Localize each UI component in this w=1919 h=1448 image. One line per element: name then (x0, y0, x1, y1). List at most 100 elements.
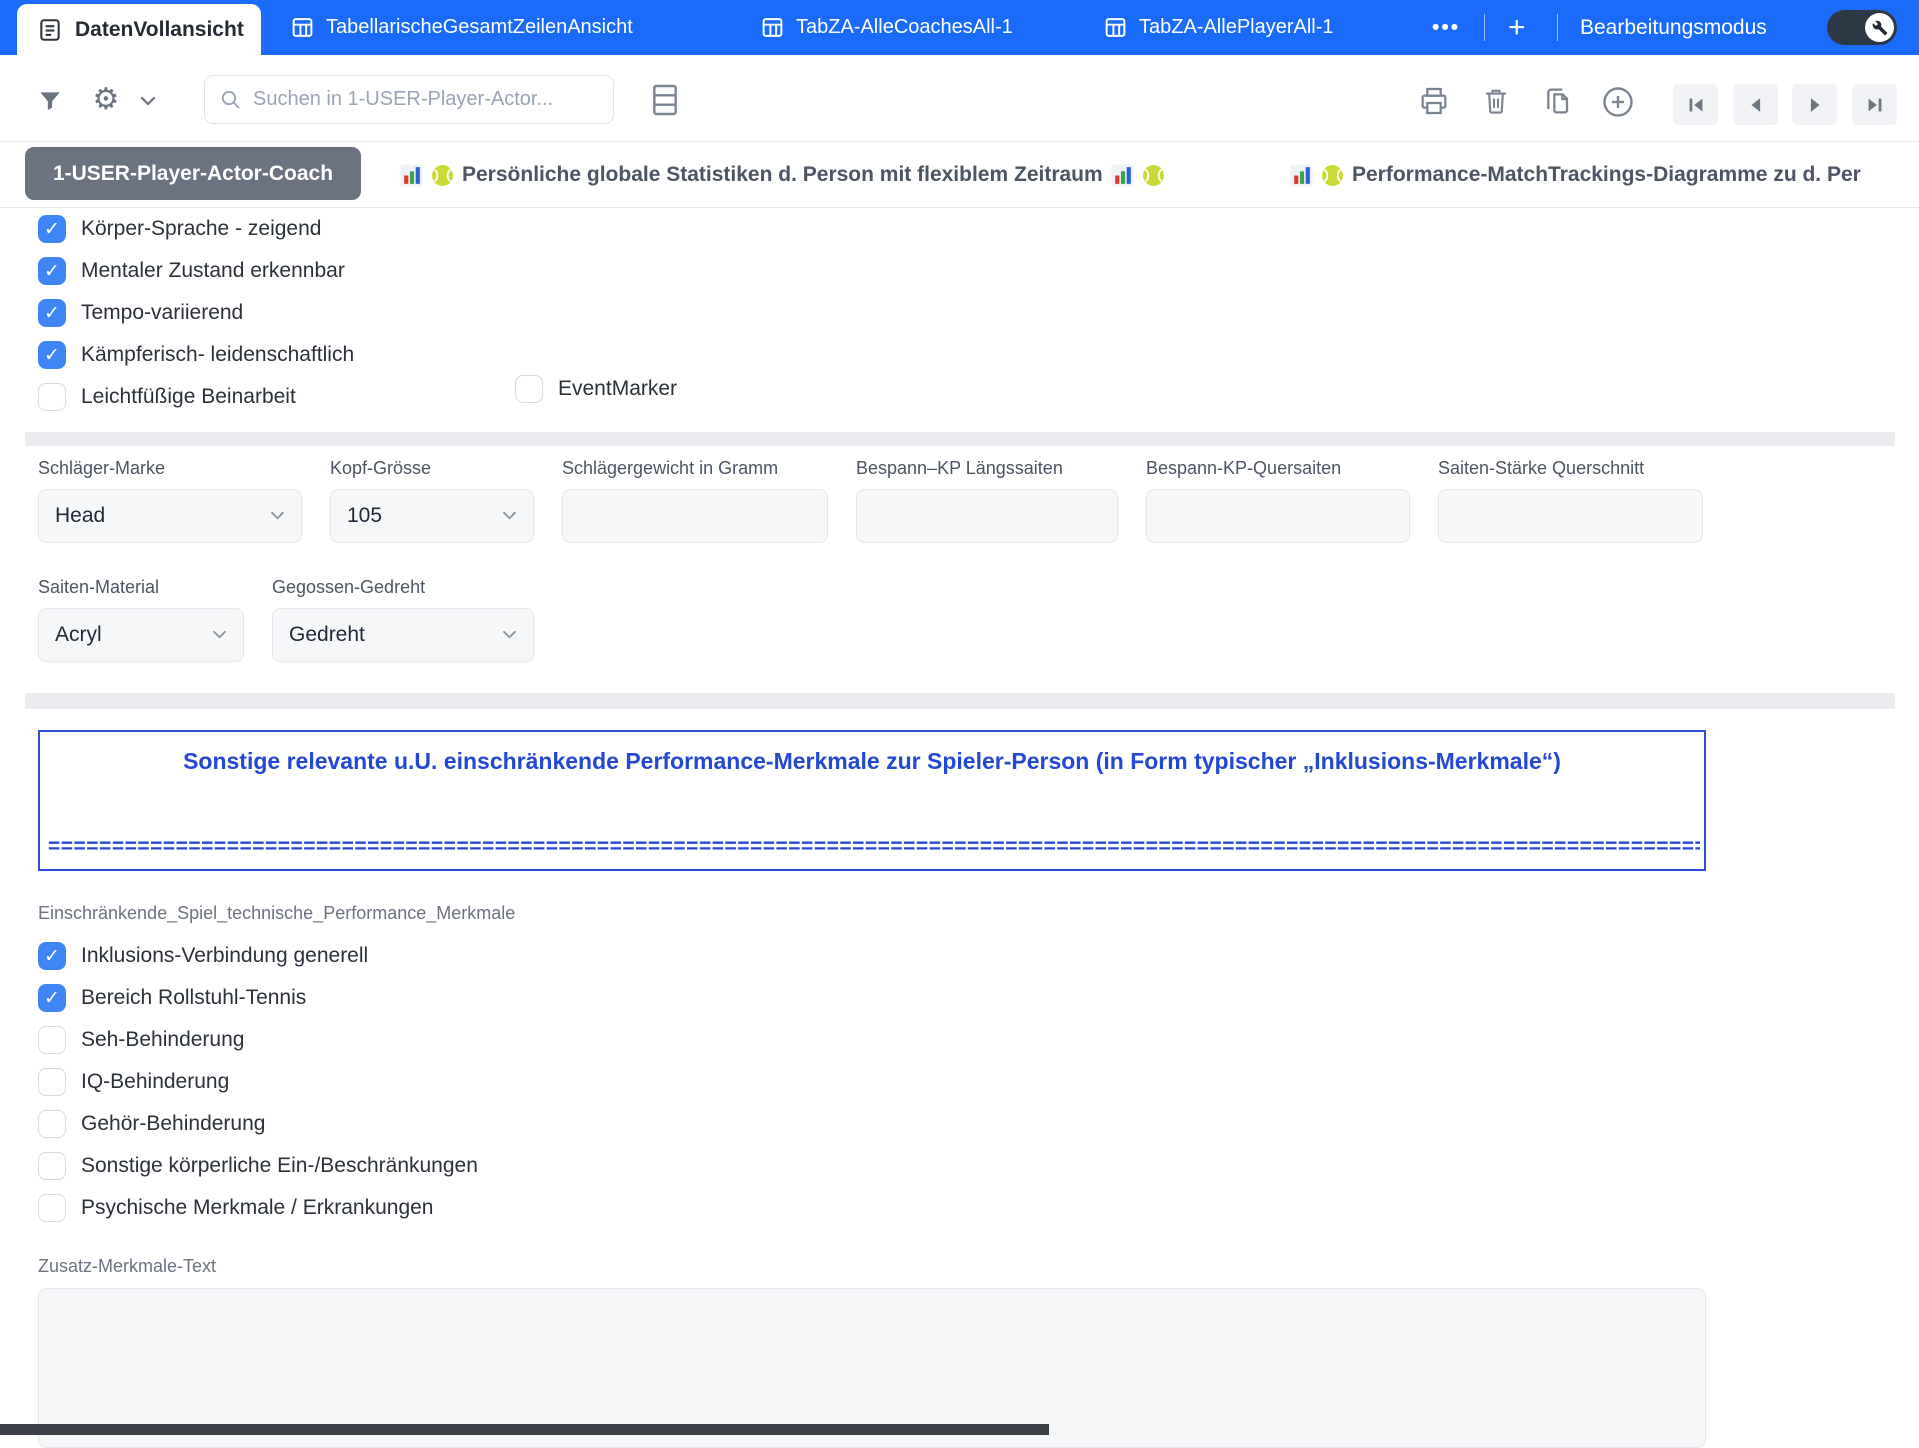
last-record-button[interactable] (1852, 84, 1897, 125)
field-gegossen-gedreht: Gegossen-Gedreht Gedreht (272, 577, 534, 662)
rows-icon (653, 84, 677, 116)
check-row-eventmarker: EventMarker (515, 368, 677, 410)
select-value: Head (55, 504, 106, 527)
checkbox-label: Tempo-variierend (81, 301, 244, 324)
saiten-material-select[interactable]: Acryl (38, 608, 244, 662)
tab-tabellarische-gesamtzeilenansicht[interactable]: TabellarischeGesamtZeilenAnsicht (290, 0, 633, 55)
checkbox[interactable] (38, 984, 66, 1012)
form-view-icon (40, 18, 60, 41)
next-record-icon (1810, 97, 1820, 112)
view-link-diagramme[interactable]: Performance-MatchTrackings-Diagramme zu … (1290, 142, 1861, 208)
checkbox[interactable] (38, 942, 66, 970)
field-saiten-material: Saiten-Material Acryl (38, 577, 244, 662)
checkbox[interactable] (38, 257, 66, 285)
tab-label: TabZA-AlleCoachesAll-1 (796, 16, 1013, 38)
bespann-kp-laengssaiten-input[interactable] (873, 504, 1101, 528)
more-tabs-button[interactable]: ••• (1432, 0, 1460, 55)
check-row-leichtfuessige: Leichtfüßige Beinarbeit (38, 376, 296, 418)
check-row-rollstuhl-tennis: Bereich Rollstuhl-Tennis (38, 977, 306, 1019)
schlaegergewicht-input-wrap (562, 489, 828, 543)
filter-icon (40, 92, 60, 111)
bespann-kp-quersaiten-input[interactable] (1163, 504, 1393, 528)
checkbox[interactable] (38, 1068, 66, 1096)
zusatz-merkmale-label: Zusatz-Merkmale-Text (38, 1256, 217, 1276)
checkbox[interactable] (38, 1194, 66, 1222)
field-schlaegergewicht: Schlägergewicht in Gramm (562, 458, 828, 543)
tab-label: DatenVollansicht (75, 17, 244, 41)
toolbar: ⚙ (0, 55, 1919, 141)
next-record-button[interactable] (1792, 84, 1837, 125)
schlaeger-marke-select[interactable]: Head (38, 489, 302, 543)
kopf-groesse-select[interactable]: 105 (330, 489, 534, 543)
delete-button[interactable] (1478, 83, 1514, 119)
add-row-button[interactable] (1598, 82, 1638, 122)
plus-circle-icon (1603, 87, 1633, 117)
table-icon (292, 18, 313, 37)
string-fields-row: Saiten-Material Acryl Gegossen-Gedreht G… (38, 577, 534, 662)
section-divider (25, 693, 1895, 709)
copy-icon (1547, 88, 1569, 114)
select-value: Acryl (55, 623, 102, 646)
more-tabs-label: ••• (1432, 15, 1461, 39)
checkbox[interactable] (38, 1110, 66, 1138)
check-row-inklusions-verbindung: Inklusions-Verbindung generell (38, 935, 368, 977)
check-row-sonstige-koerperliche: Sonstige körperliche Ein-/Beschränkungen (38, 1145, 478, 1187)
select-value: 105 (347, 504, 383, 527)
bottom-bar (0, 1424, 1049, 1435)
checkbox[interactable] (38, 1026, 66, 1054)
edit-mode-label: Bearbeitungsmodus (1580, 15, 1767, 39)
schlaegergewicht-input[interactable] (579, 504, 811, 528)
checkbox[interactable] (38, 341, 66, 369)
print-button[interactable] (1415, 83, 1453, 119)
checkbox-label: Sonstige körperliche Ein-/Beschränkungen (81, 1154, 478, 1177)
first-record-button[interactable] (1673, 84, 1718, 125)
duplicate-button[interactable] (1538, 83, 1576, 119)
chevron-down-icon (271, 511, 284, 520)
previous-record-button[interactable] (1733, 84, 1778, 125)
printer-icon (1421, 87, 1447, 115)
search-box (204, 75, 614, 124)
tab-tabza-allecoachesall-1[interactable]: TabZA-AlleCoachesAll-1 (760, 0, 1013, 55)
settings-dropdown-button[interactable] (138, 92, 158, 110)
row-layout-button[interactable] (645, 80, 685, 120)
check-row-seh-behinderung: Seh-Behinderung (38, 1019, 244, 1061)
checkbox[interactable] (38, 383, 66, 411)
gegossen-gedreht-select[interactable]: Gedreht (272, 608, 534, 662)
field-label: Bespann-KP-Quersaiten (1146, 458, 1342, 478)
checkbox-label: Leichtfüßige Beinarbeit (81, 385, 296, 408)
check-row-koerper-sprache: Körper-Sprache - zeigend (38, 208, 321, 250)
last-record-icon (1868, 98, 1881, 111)
notice-title: Sonstige relevante u.U. einschränkende P… (183, 748, 1561, 774)
settings-button[interactable]: ⚙ (88, 82, 124, 118)
filter-button[interactable] (34, 85, 66, 117)
field-label: Schläger-Marke (38, 458, 166, 478)
add-tab-label: + (1508, 10, 1526, 44)
checkbox[interactable] (38, 215, 66, 243)
edit-mode-toggle[interactable] (1827, 10, 1897, 45)
checkbox[interactable] (38, 299, 66, 327)
field-kopf-groesse: Kopf-Grösse 105 (330, 458, 534, 543)
notice-equals-divider: ========================================… (48, 835, 1700, 858)
checkbox-label: EventMarker (558, 377, 678, 400)
active-view-button[interactable]: 1-USER-Player-Actor-Coach (25, 147, 361, 200)
tab-datenvollansicht[interactable]: DatenVollansicht (17, 4, 261, 55)
view-bar: 1-USER-Player-Actor-Coach Persönliche gl… (0, 141, 1919, 208)
tab-tabza-alleplayerall-1[interactable]: TabZA-AllePlayerAll-1 (1103, 0, 1334, 55)
toggle-knob (1865, 13, 1894, 42)
check-row-iq-behinderung: IQ-Behinderung (38, 1061, 229, 1103)
checkbox[interactable] (515, 375, 543, 403)
bar-chart-icon (400, 164, 423, 186)
check-row-kaempferisch: Kämpferisch- leidenschaftlich (38, 334, 354, 376)
view-link-statistiken[interactable]: Persönliche globale Statistiken d. Perso… (400, 142, 1165, 208)
search-input[interactable] (253, 88, 613, 111)
racket-fields-row: Schläger-Marke Head Kopf-Grösse 105 Schl… (38, 458, 1703, 543)
chevron-down-icon (503, 630, 516, 639)
trash-icon (1486, 89, 1506, 114)
view-link-label: Persönliche globale Statistiken d. Perso… (462, 163, 1103, 186)
table-icon (1105, 18, 1126, 37)
saiten-staerke-input[interactable] (1455, 504, 1686, 528)
top-tab-bar: DatenVollansicht TabellarischeGesamtZeil… (0, 0, 1919, 55)
check-row-mentaler-zustand: Mentaler Zustand erkennbar (38, 250, 345, 292)
checkbox[interactable] (38, 1152, 66, 1180)
add-tab-button[interactable]: + (1508, 0, 1526, 55)
